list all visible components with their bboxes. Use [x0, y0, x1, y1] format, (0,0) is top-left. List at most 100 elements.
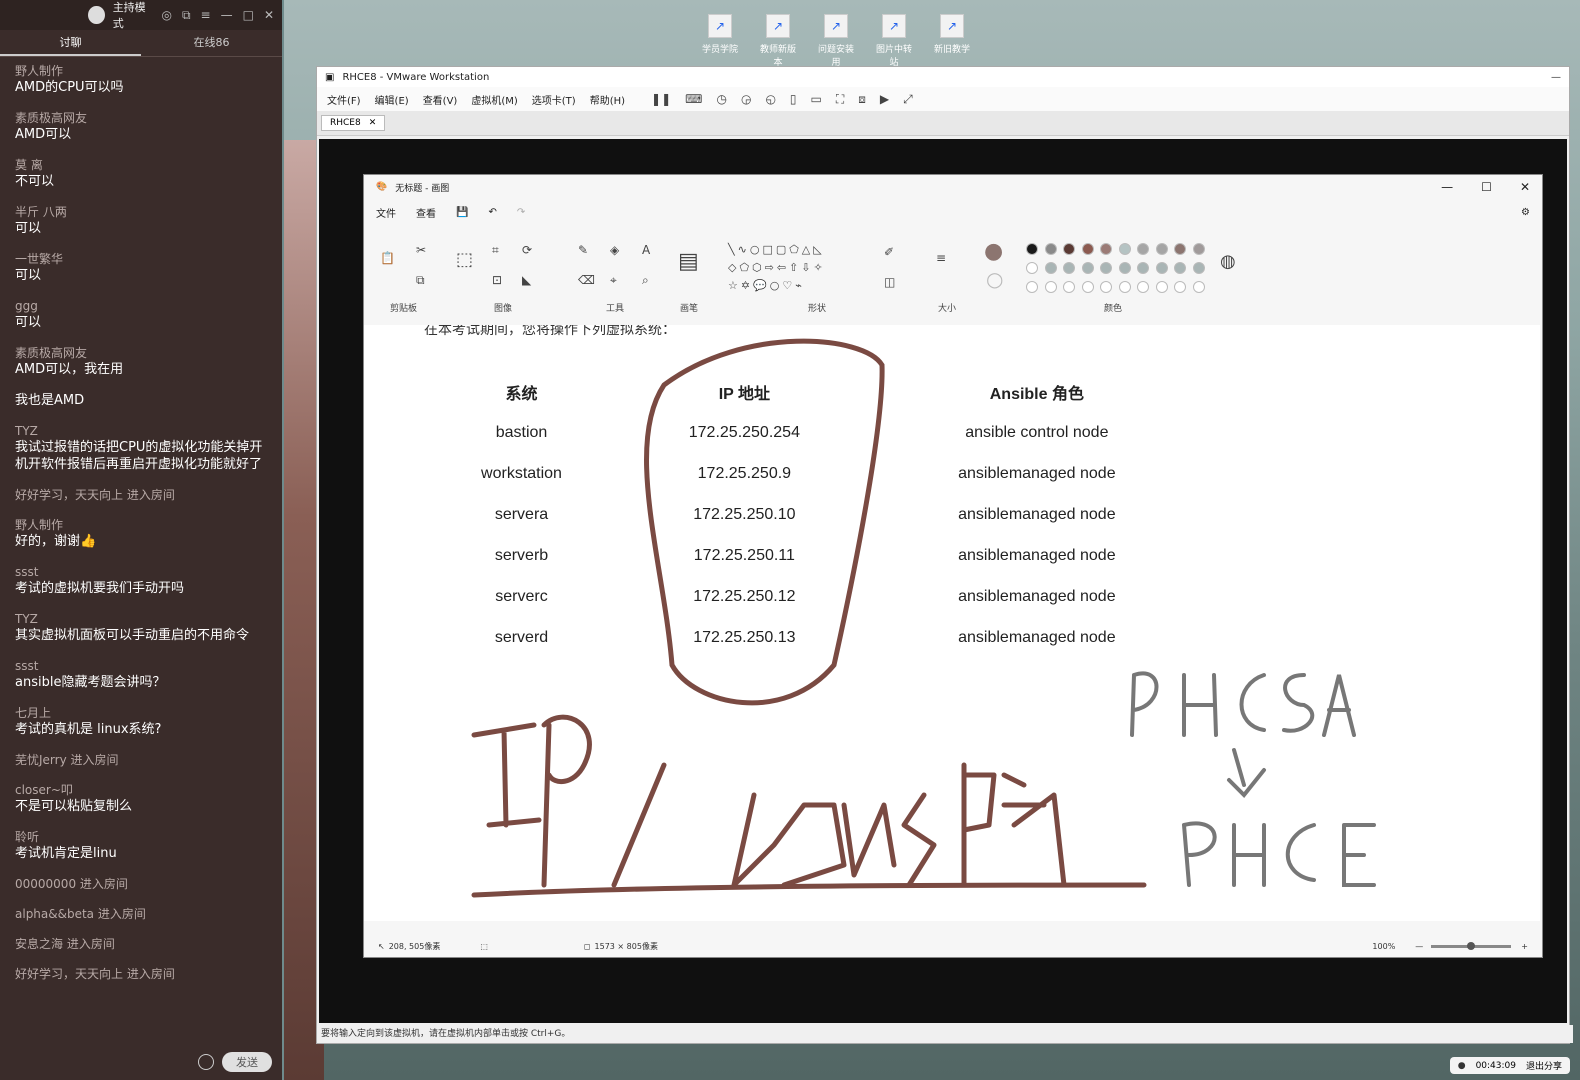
shapes-gallery-row3[interactable]: ☆✡💬○♡⌁	[728, 279, 805, 292]
emoji-icon[interactable]	[198, 1054, 214, 1070]
redo-icon[interactable]: ↷	[517, 207, 525, 218]
maximize-icon[interactable]: ☐	[1481, 180, 1492, 194]
shapes-gallery-row2[interactable]: ◇⬠⬡⇨⇦⇧⇩✧	[728, 261, 826, 274]
send-keys-icon[interactable]: ⌨	[685, 92, 702, 107]
send-button[interactable]: 发送	[222, 1052, 272, 1072]
color-swatch[interactable]	[1174, 281, 1186, 293]
zoom-slider[interactable]	[1431, 941, 1512, 950]
color-swatch[interactable]	[1192, 281, 1205, 293]
share-icon[interactable]: ⚙	[1521, 207, 1530, 218]
save-icon[interactable]: 💾	[456, 207, 468, 218]
color-swatch[interactable]	[1155, 281, 1168, 293]
exit-share-button[interactable]: 退出分享	[1526, 1059, 1562, 1072]
menu-icon[interactable]: ≡	[201, 8, 211, 23]
color-swatch[interactable]	[1044, 281, 1057, 293]
select-icon[interactable]: ⬚	[456, 249, 473, 270]
color-swatch[interactable]	[1100, 262, 1112, 274]
color-swatch[interactable]	[1026, 262, 1038, 274]
resize-icon[interactable]: ⊡	[492, 273, 502, 287]
shape-fill-icon[interactable]: ◫	[884, 275, 895, 289]
eraser-icon[interactable]: ⌫	[578, 273, 595, 287]
color-swatch[interactable]	[1118, 243, 1131, 255]
popout-icon[interactable]: ⧉	[182, 8, 191, 23]
text-icon[interactable]: A	[642, 243, 650, 257]
color-swatch[interactable]	[1192, 243, 1205, 255]
snapshot-icon[interactable]: ◷	[716, 92, 726, 107]
magnifier-icon[interactable]: ⌕	[642, 273, 649, 288]
desktop-shortcut[interactable]: ↗ 新旧教学	[932, 14, 972, 68]
restore-snapshot-icon[interactable]: ◶	[741, 92, 751, 107]
settings-icon[interactable]: ◎	[161, 8, 171, 23]
menu-vm[interactable]: 虚拟机(M)	[471, 92, 517, 107]
color-swatch[interactable]	[1174, 243, 1186, 255]
flip-icon[interactable]: ◣	[522, 273, 531, 287]
color-swatch[interactable]	[1137, 281, 1149, 293]
color-swatch[interactable]	[1063, 243, 1075, 255]
color-picker-icon[interactable]: ⌖	[610, 273, 617, 288]
desktop-shortcut[interactable]: ↗ 教师新版本	[758, 14, 798, 68]
maximize-icon[interactable]: □	[243, 8, 254, 23]
pencil-icon[interactable]: ✎	[578, 243, 588, 257]
tab-online[interactable]: 在线86	[141, 30, 282, 56]
pause-icon[interactable]: ❚❚	[651, 92, 671, 107]
cut-icon[interactable]: ✂	[416, 243, 426, 257]
color-swatch[interactable]	[1026, 243, 1038, 255]
fullscreen-icon[interactable]: ⛶	[836, 92, 844, 107]
secondary-color-icon[interactable]: ○	[986, 267, 1003, 291]
tab-rhce8[interactable]: RHCE8 ✕	[321, 115, 386, 131]
color-swatch[interactable]	[1192, 262, 1205, 274]
menu-edit[interactable]: 编辑(E)	[375, 92, 409, 107]
crop-icon[interactable]: ⌗	[492, 243, 499, 258]
unity-icon[interactable]: ⧈	[858, 92, 866, 107]
thumbnail-icon[interactable]: ▭	[811, 92, 822, 107]
manage-snapshots-icon[interactable]: ◵	[765, 92, 775, 107]
color-swatch[interactable]	[1137, 262, 1149, 274]
console-icon[interactable]: ▶	[880, 92, 889, 107]
color-swatch[interactable]	[1137, 243, 1149, 255]
color-swatch[interactable]	[1063, 262, 1075, 274]
menu-file[interactable]: 文件(F)	[327, 92, 361, 107]
desktop-shortcut[interactable]: ↗ 问题安装用	[816, 14, 856, 68]
color-swatch[interactable]	[1100, 281, 1112, 293]
outline-icon[interactable]: ✐	[884, 245, 894, 259]
color-swatch[interactable]	[1155, 243, 1168, 255]
paste-icon[interactable]: 📋	[380, 251, 395, 265]
rotate-icon[interactable]: ⟳	[522, 243, 532, 257]
menu-file[interactable]: 文件	[376, 205, 396, 220]
color-swatch[interactable]	[1118, 262, 1131, 274]
close-icon[interactable]: ✕	[264, 8, 274, 23]
menu-help[interactable]: 帮助(H)	[590, 92, 625, 107]
avatar[interactable]	[88, 6, 105, 24]
color-swatch[interactable]	[1155, 262, 1168, 274]
primary-color-icon[interactable]: ●	[984, 239, 1003, 264]
undo-icon[interactable]: ↶	[488, 207, 496, 218]
color-swatch[interactable]	[1063, 281, 1075, 293]
color-swatch[interactable]	[1174, 262, 1186, 274]
minimize-icon[interactable]: —	[221, 8, 233, 23]
menu-view[interactable]: 查看(V)	[423, 92, 458, 107]
color-swatch[interactable]	[1081, 243, 1094, 255]
brush-icon[interactable]: ▤	[678, 249, 699, 274]
minimize-icon[interactable]: —	[1441, 180, 1453, 194]
desktop-shortcut[interactable]: ↗ 学员学院	[700, 14, 740, 68]
color-swatch[interactable]	[1118, 281, 1131, 293]
color-swatch[interactable]	[1044, 243, 1057, 255]
color-swatch[interactable]	[1026, 281, 1038, 293]
tab-chat[interactable]: 讨聊	[0, 30, 141, 56]
color-swatch[interactable]	[1100, 243, 1112, 255]
minimize-icon[interactable]: —	[1551, 72, 1561, 83]
menu-view[interactable]: 查看	[416, 205, 436, 220]
fill-icon[interactable]: ◈	[610, 243, 619, 257]
color-swatch[interactable]	[1044, 262, 1057, 274]
size-icon[interactable]: ≡	[936, 251, 946, 265]
sidebar-toggle-icon[interactable]: ▯	[790, 92, 797, 107]
menu-tabs[interactable]: 选项卡(T)	[532, 92, 576, 107]
zoom-in-icon[interactable]: +	[1521, 942, 1528, 951]
color-swatch[interactable]	[1081, 262, 1094, 274]
paint-canvas[interactable]: 在本考试期间，您将操作下列虚拟系统： 系统 IP 地址 Ansible 角色 b…	[364, 325, 1540, 921]
desktop-shortcut[interactable]: ↗ 图片中转站	[874, 14, 914, 68]
edit-colors-icon[interactable]: ◍	[1220, 251, 1236, 272]
close-icon[interactable]: ✕	[1520, 180, 1530, 194]
zoom-slider-thumb[interactable]	[1467, 941, 1476, 950]
stretch-icon[interactable]: ⤢	[903, 92, 913, 107]
